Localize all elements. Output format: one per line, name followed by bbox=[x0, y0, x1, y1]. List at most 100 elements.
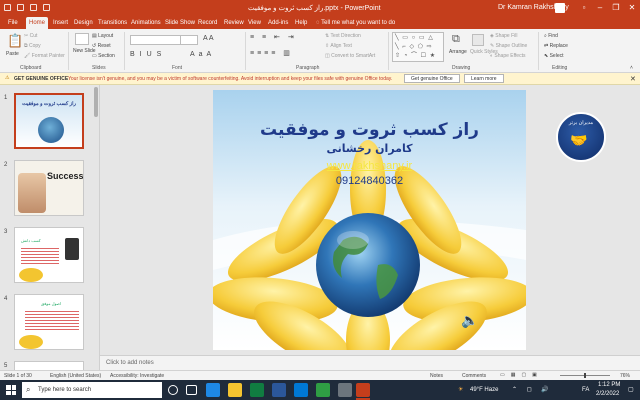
save-icon[interactable] bbox=[4, 4, 11, 11]
ribbon-display-icon[interactable]: ▫ bbox=[578, 2, 590, 14]
minimize-icon[interactable]: – bbox=[594, 2, 606, 14]
system-tray-icons[interactable]: ⌃ ◻ 🔊 bbox=[512, 386, 553, 393]
slide-author[interactable]: کامران رخشانی bbox=[213, 142, 526, 155]
slide-thumbnail-2[interactable]: Success bbox=[14, 160, 84, 216]
list-buttons[interactable]: ≡ ≡ ⇤ ⇥ bbox=[250, 33, 297, 41]
get-genuine-office-button[interactable]: Get genuine Office bbox=[404, 74, 460, 83]
input-language[interactable]: FA bbox=[582, 387, 589, 393]
cortana-icon[interactable] bbox=[168, 385, 178, 395]
avatar[interactable] bbox=[555, 3, 565, 13]
arrange-button[interactable]: Arrange bbox=[449, 49, 467, 55]
redo-icon[interactable] bbox=[30, 4, 37, 11]
undo-icon[interactable] bbox=[17, 4, 24, 11]
app-icon[interactable] bbox=[316, 383, 330, 397]
font-size-buttons[interactable]: A A bbox=[203, 35, 214, 42]
search-icon: ⌕ bbox=[26, 385, 31, 394]
learn-more-button[interactable]: Learn more bbox=[464, 74, 504, 83]
tab-home[interactable]: Home bbox=[26, 17, 49, 29]
outlook-icon[interactable] bbox=[294, 383, 308, 397]
align-text-button[interactable]: ⇳ Align Text bbox=[325, 43, 352, 49]
collapse-ribbon-icon[interactable]: ˄ bbox=[630, 65, 633, 71]
slide-thumbnail-1[interactable]: راز کسب ثروت و موفقیت bbox=[14, 93, 84, 149]
clock-time[interactable]: 1:12 PM bbox=[598, 382, 620, 388]
format-painter-button[interactable]: 🖌 Format Painter bbox=[24, 53, 65, 59]
slide-phone[interactable]: 09124840362 bbox=[213, 175, 526, 187]
font-format-buttons[interactable]: BIUS bbox=[130, 51, 166, 58]
zoom-level[interactable]: 76% bbox=[620, 373, 630, 379]
tab-record[interactable]: Record bbox=[195, 17, 220, 29]
thumb-number: 1 bbox=[4, 95, 8, 101]
tab-slide-show[interactable]: Slide Show bbox=[162, 17, 198, 29]
close-message-icon[interactable]: ✕ bbox=[630, 75, 636, 83]
convert-smartart-button[interactable]: ◫ Convert to SmartArt bbox=[325, 53, 375, 59]
shape-outline-button[interactable]: ✎ Shape Outline bbox=[490, 43, 527, 49]
edge-icon[interactable] bbox=[206, 383, 220, 397]
weather-text[interactable]: 49°F Haze bbox=[470, 387, 498, 393]
paste-button[interactable]: Paste bbox=[6, 51, 19, 57]
slide-thumbnail-5[interactable] bbox=[14, 361, 84, 370]
tab-help[interactable]: Help bbox=[292, 17, 310, 29]
language-indicator[interactable]: English (United States) bbox=[50, 373, 101, 379]
taskbar-search-box[interactable]: ⌕ Type here to search bbox=[22, 382, 162, 398]
slideshow-icon[interactable] bbox=[43, 4, 50, 11]
tab-add-ins[interactable]: Add-ins bbox=[265, 17, 291, 29]
slide-website[interactable]: www.rakhshany.ir bbox=[213, 160, 526, 172]
thumbnail-scrollbar[interactable] bbox=[94, 87, 98, 117]
cut-button[interactable]: ✂ Cut bbox=[24, 33, 37, 39]
slide-title[interactable]: راز کسب ثروت و موفقیت bbox=[213, 120, 526, 140]
word-icon[interactable] bbox=[272, 383, 286, 397]
replace-button[interactable]: ⇄ Replace bbox=[544, 43, 568, 49]
copy-button[interactable]: ⧉ Copy bbox=[24, 43, 41, 49]
maximize-icon[interactable]: ❐ bbox=[610, 2, 622, 14]
shape-fill-button[interactable]: ◈ Shape Fill bbox=[490, 33, 517, 39]
comments-button[interactable]: Comments bbox=[462, 373, 486, 379]
excel-icon[interactable] bbox=[250, 383, 264, 397]
arrange-icon[interactable]: ⧉ bbox=[452, 33, 460, 46]
new-slide-icon[interactable] bbox=[75, 33, 89, 45]
tab-design[interactable]: Design bbox=[71, 17, 96, 29]
layout-button[interactable]: ▤ Layout bbox=[92, 33, 113, 39]
tab-transitions[interactable]: Transitions bbox=[95, 17, 130, 29]
task-view-icon[interactable] bbox=[186, 385, 197, 395]
notes-pane[interactable]: Click to add notes bbox=[100, 355, 640, 370]
tab-insert[interactable]: Insert bbox=[50, 17, 71, 29]
close-icon[interactable]: ✕ bbox=[626, 2, 638, 14]
zoom-slider-thumb[interactable] bbox=[584, 373, 586, 378]
align-buttons[interactable]: ≡≡≡≡ ▥ bbox=[250, 49, 293, 57]
text-direction-button[interactable]: ⇅ Text Direction bbox=[325, 33, 361, 39]
notification-icon[interactable]: ▢ bbox=[628, 386, 634, 393]
app-icon[interactable] bbox=[338, 383, 352, 397]
message-text: Your license isn't genuine, and you may … bbox=[68, 76, 393, 82]
tab-animations[interactable]: Animations bbox=[128, 17, 164, 29]
windows-start-icon[interactable] bbox=[6, 385, 16, 395]
speaker-icon[interactable]: 🔈 bbox=[461, 312, 478, 329]
tab-review[interactable]: Review bbox=[221, 17, 247, 29]
accessibility-indicator[interactable]: Accessibility: Investigate bbox=[110, 373, 164, 379]
reset-button[interactable]: ↺ Reset bbox=[92, 43, 111, 49]
main-slide-canvas[interactable]: راز کسب ثروت و موفقیت کامران رخشانی www.… bbox=[213, 90, 526, 350]
powerpoint-icon[interactable] bbox=[356, 383, 370, 397]
slide-thumbnail-4[interactable]: اصول موفق bbox=[14, 294, 84, 350]
file-explorer-icon[interactable] bbox=[228, 383, 242, 397]
shape-effects-button[interactable]: ◐ Shape Effects bbox=[490, 53, 525, 59]
view-buttons[interactable]: ▭▦▢▣ bbox=[500, 372, 543, 378]
font-size-box[interactable] bbox=[180, 35, 198, 45]
font-color-buttons[interactable]: AaA bbox=[190, 51, 215, 58]
slide-thumbnail-3[interactable]: کسب دانش bbox=[14, 227, 84, 283]
select-button[interactable]: ⬉ Select bbox=[544, 53, 564, 59]
shapes-gallery[interactable]: ╲ ▭ ○ ▭ △ ╲ ⌐ ◇ ⬠ ⇨ ⇧ ◔ ⌒ ☐ ★ bbox=[392, 32, 444, 62]
slide-thumbnail-pane: 1 راز کسب ثروت و موفقیت 2 Success 3 کسب … bbox=[0, 85, 100, 370]
section-button[interactable]: ▭ Section bbox=[92, 53, 115, 59]
tab-file[interactable]: File bbox=[5, 17, 21, 29]
tell-me-search[interactable]: ◌ Tell me what you want to do bbox=[313, 17, 398, 29]
notes-button[interactable]: Notes bbox=[430, 373, 443, 379]
quick-access-toolbar bbox=[4, 4, 50, 11]
find-button[interactable]: ⌕ Find bbox=[544, 33, 558, 39]
quick-styles-icon[interactable] bbox=[472, 34, 484, 46]
clock-date[interactable]: 2/2/2022 bbox=[596, 391, 619, 397]
tab-view[interactable]: View bbox=[245, 17, 264, 29]
search-placeholder: Type here to search bbox=[38, 387, 92, 393]
paste-icon[interactable]: 📋 bbox=[7, 33, 23, 49]
company-logo: مدیران برتر 🤝 bbox=[556, 112, 606, 162]
thumb-title: Success bbox=[47, 171, 84, 181]
